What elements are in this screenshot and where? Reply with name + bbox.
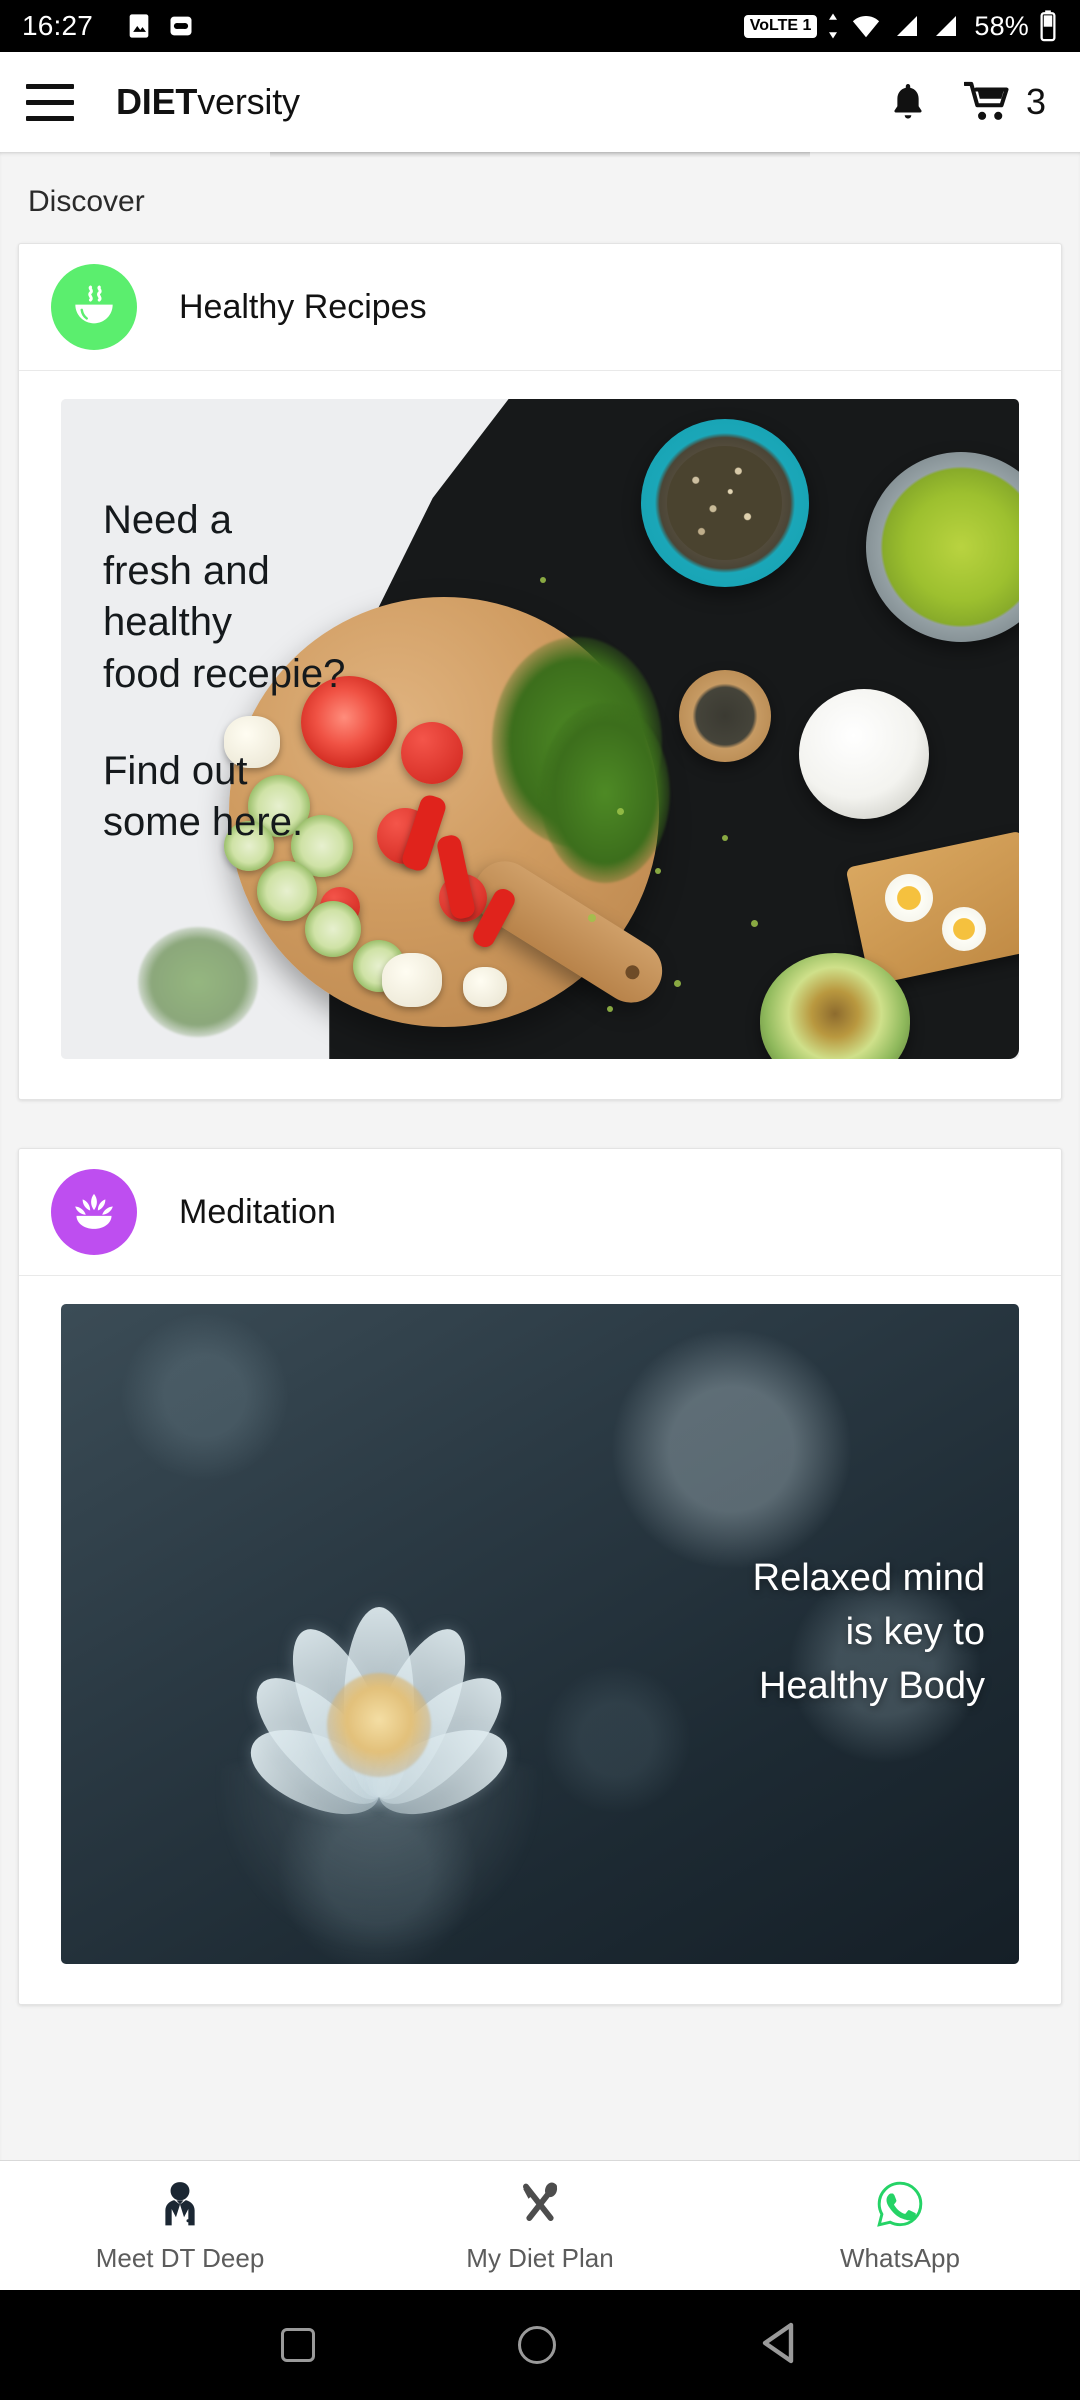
triangle-back-icon[interactable] — [759, 2321, 799, 2370]
page-title: DIETversity — [116, 81, 300, 123]
bottom-nav-item-meet-dt-deep[interactable]: Meet DT Deep — [0, 2177, 360, 2274]
app-title-bold: DIET — [116, 81, 198, 122]
banner-container[interactable]: Relaxed mind is key to Healthy Body — [19, 1276, 1061, 2004]
voicemail-icon — [167, 12, 195, 40]
card-header: Meditation — [19, 1149, 1061, 1275]
cutlery-icon[interactable] — [513, 2177, 567, 2231]
card-header: Healthy Recipes — [19, 244, 1061, 370]
recipes-banner[interactable]: Need a fresh and healthy food recepie? F… — [61, 399, 1019, 1059]
app-bar: DIETversity 3 — [0, 52, 1080, 152]
whatsapp-icon[interactable] — [873, 2177, 927, 2231]
content-scroll-area[interactable]: Discover Healthy Recipes Need a fresh an… — [0, 152, 1080, 2160]
hamburger-menu-icon[interactable] — [26, 83, 74, 121]
app-title-rest: versity — [197, 81, 300, 122]
milk-glass — [798, 689, 929, 820]
section-label-discover: Discover — [28, 185, 145, 218]
android-system-nav — [0, 2290, 1080, 2400]
cart-button[interactable]: 3 — [963, 80, 1046, 124]
status-bar: 16:27 VoLTE 1 58% — [0, 0, 1080, 52]
cart-count-badge: 3 — [1025, 81, 1046, 122]
boiled-egg-slice — [884, 874, 933, 923]
phone-screen: 16:27 VoLTE 1 58% DIETversity 3 Discover… — [0, 0, 1080, 2400]
battery-percent-label: 58% — [974, 10, 1029, 41]
wifi-icon — [849, 11, 883, 41]
dietitian-icon[interactable] — [153, 2177, 207, 2231]
bowl-steam-icon — [51, 264, 137, 350]
cauliflower-floret — [463, 966, 508, 1007]
fresh-herbs — [137, 927, 258, 1037]
cart-icon[interactable] — [963, 80, 1014, 124]
bottom-nav-item-my-diet-plan[interactable]: My Diet Plan — [360, 2177, 720, 2274]
card-meditation[interactable]: Meditation Relaxed mind is key to Health… — [18, 1148, 1062, 2005]
recipes-banner-line-1: Need a fresh and healthy food recepie? — [103, 498, 346, 696]
bottom-nav-label-my-diet-plan: My Diet Plan — [466, 2243, 614, 2273]
cauliflower-floret — [381, 953, 442, 1008]
data-arrows-icon — [826, 11, 840, 41]
bottom-nav-label-meet-dt-deep: Meet DT Deep — [95, 2243, 265, 2273]
signal-icon — [892, 11, 922, 41]
recipes-banner-text: Need a fresh and healthy food recepie? F… — [103, 495, 345, 848]
banner-container[interactable]: Need a fresh and healthy food recepie? F… — [19, 371, 1061, 1099]
cucumber-slice — [257, 861, 318, 921]
card-healthy-recipes[interactable]: Healthy Recipes Need a fresh and healthy… — [18, 243, 1062, 1100]
meditation-banner[interactable]: Relaxed mind is key to Healthy Body — [61, 1304, 1019, 1964]
cucumber-slice — [305, 900, 362, 957]
bottom-nav-item-whatsapp[interactable]: WhatsApp — [720, 2177, 1080, 2274]
square-icon[interactable] — [281, 2328, 316, 2362]
battery-icon — [1038, 9, 1058, 43]
bottom-navigation: Meet DT Deep My Diet Plan WhatsApp — [0, 2160, 1080, 2290]
card-title-healthy-recipes: Healthy Recipes — [179, 287, 427, 326]
meditation-banner-text: Relaxed mind is key to Healthy Body — [752, 1557, 985, 1707]
recipes-banner-line-2: Find out some here. — [103, 748, 304, 844]
teal-seed-bowl — [640, 418, 809, 587]
signal-icon — [931, 11, 961, 41]
pepper-bowl — [678, 669, 771, 762]
circle-icon[interactable] — [517, 2326, 556, 2364]
fresh-herbs — [540, 702, 670, 883]
lotus-flower — [214, 1515, 544, 1830]
volte-badge: VoLTE 1 — [743, 14, 818, 38]
bottom-nav-label-whatsapp: WhatsApp — [840, 2243, 960, 2273]
lotus-icon — [51, 1169, 137, 1255]
bell-icon[interactable] — [886, 80, 930, 124]
card-title-meditation: Meditation — [179, 1192, 336, 1231]
image-icon — [125, 12, 153, 40]
status-bar-clock: 16:27 — [22, 10, 94, 41]
